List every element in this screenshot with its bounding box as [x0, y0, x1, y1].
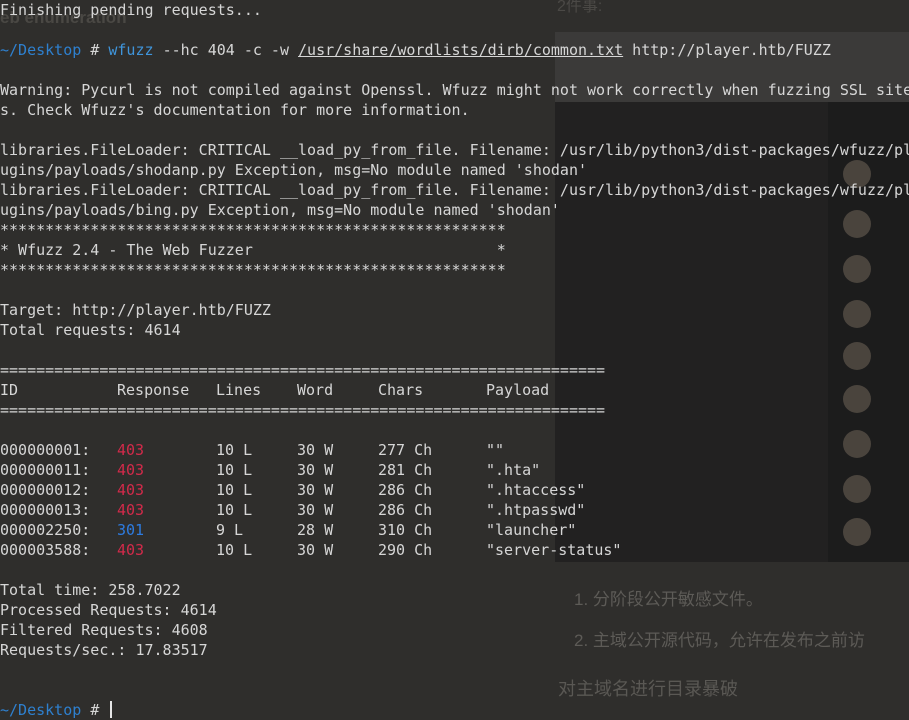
wordlist-path: /usr/share/wordlists/dirb/common.txt [298, 41, 624, 59]
result-lines: 9 L [216, 521, 244, 539]
result-chars: 310 Ch [378, 521, 433, 539]
error-line: ugins/payloads/bing.py Exception, msg=No… [0, 201, 560, 219]
results-header: ID Response Lines Word Chars Payload [0, 380, 909, 400]
banner-title: * Wfuzz 2.4 - The Web Fuzzer * [0, 241, 506, 259]
result-words: 30 W [297, 501, 334, 519]
prompt-path: ~/Desktop [0, 41, 82, 59]
result-status: 403 [117, 441, 145, 459]
result-status: 403 [117, 541, 145, 559]
filtered-requests-line: Filtered Requests: 4608 [0, 621, 208, 639]
header-id: ID [0, 381, 19, 399]
result-id: 000000001: [0, 441, 91, 459]
terminal[interactable]: Finishing pending requests... ~/Desktop … [0, 0, 909, 720]
result-lines: 10 L [216, 481, 253, 499]
result-payload: ".hta" [486, 461, 541, 479]
error-line: ugins/payloads/shodanp.py Exception, msg… [0, 161, 587, 179]
command-line: ~/Desktop # wfuzz --hc 404 -c -w /usr/sh… [0, 40, 831, 60]
target-url: http://player.htb/FUZZ [632, 41, 831, 59]
result-row: 000002250: 301 9 L 28 W 310 Ch "launcher… [0, 520, 909, 540]
result-row: 000000012: 403 10 L 30 W 286 Ch ".htacce… [0, 480, 909, 500]
header-word: Word [297, 381, 334, 399]
total-requests-line: Total requests: 4614 [0, 321, 181, 339]
result-id: 000003588: [0, 541, 91, 559]
header-response: Response [117, 381, 190, 399]
result-chars: 281 Ch [378, 461, 433, 479]
result-payload: "" [486, 441, 505, 459]
terminal-line-finishing: Finishing pending requests... [0, 1, 262, 19]
result-chars: 286 Ch [378, 481, 433, 499]
error-line: libraries.FileLoader: CRITICAL __load_py… [0, 181, 909, 199]
prompt-line[interactable]: ~/Desktop # [0, 700, 113, 720]
prompt-symbol: # [90, 41, 100, 59]
result-lines: 10 L [216, 461, 253, 479]
result-status: 301 [117, 521, 145, 539]
requests-rate-line: Requests/sec.: 17.83517 [0, 641, 208, 659]
table-separator: ========================================… [0, 401, 606, 419]
result-status: 403 [117, 481, 145, 499]
result-status: 403 [117, 501, 145, 519]
result-row: 000000013: 403 10 L 30 W 286 Ch ".htpass… [0, 500, 909, 520]
processed-requests-line: Processed Requests: 4614 [0, 601, 217, 619]
result-id: 000000012: [0, 481, 91, 499]
result-chars: 286 Ch [378, 501, 433, 519]
result-payload: ".htaccess" [486, 481, 586, 499]
header-chars: Chars [378, 381, 424, 399]
target-line: Target: http://player.htb/FUZZ [0, 301, 271, 319]
warning-line: s. Check Wfuzz's documentation for more … [0, 101, 470, 119]
result-chars: 277 Ch [378, 441, 433, 459]
banner-border: ****************************************… [0, 221, 506, 239]
banner-border: ****************************************… [0, 261, 506, 279]
result-payload: "server-status" [486, 541, 622, 559]
result-words: 30 W [297, 481, 334, 499]
header-lines: Lines [216, 381, 262, 399]
command-name: wfuzz [108, 41, 154, 59]
header-payload: Payload [486, 381, 550, 399]
result-chars: 290 Ch [378, 541, 433, 559]
error-line: libraries.FileLoader: CRITICAL __load_py… [0, 141, 909, 159]
result-row: 000000001: 403 10 L 30 W 277 Ch "" [0, 440, 909, 460]
result-payload: "launcher" [486, 521, 577, 539]
result-words: 28 W [297, 521, 334, 539]
result-row: 000003588: 403 10 L 30 W 290 Ch "server-… [0, 540, 909, 560]
result-lines: 10 L [216, 501, 253, 519]
prompt-path: ~/Desktop [0, 701, 82, 719]
table-separator: ========================================… [0, 361, 606, 379]
result-payload: ".htpasswd" [486, 501, 586, 519]
result-words: 30 W [297, 541, 334, 559]
result-id: 000002250: [0, 521, 91, 539]
result-id: 000000011: [0, 461, 91, 479]
command-args: --hc 404 -c -w [162, 41, 289, 59]
text-cursor [110, 701, 113, 718]
warning-line: Warning: Pycurl is not compiled against … [0, 81, 909, 99]
result-id: 000000013: [0, 501, 91, 519]
result-words: 30 W [297, 461, 334, 479]
result-status: 403 [117, 461, 145, 479]
total-time-line: Total time: 258.7022 [0, 581, 181, 599]
result-words: 30 W [297, 441, 334, 459]
result-row: 000000011: 403 10 L 30 W 281 Ch ".hta" [0, 460, 909, 480]
prompt-symbol: # [90, 701, 100, 719]
result-lines: 10 L [216, 441, 253, 459]
result-lines: 10 L [216, 541, 253, 559]
